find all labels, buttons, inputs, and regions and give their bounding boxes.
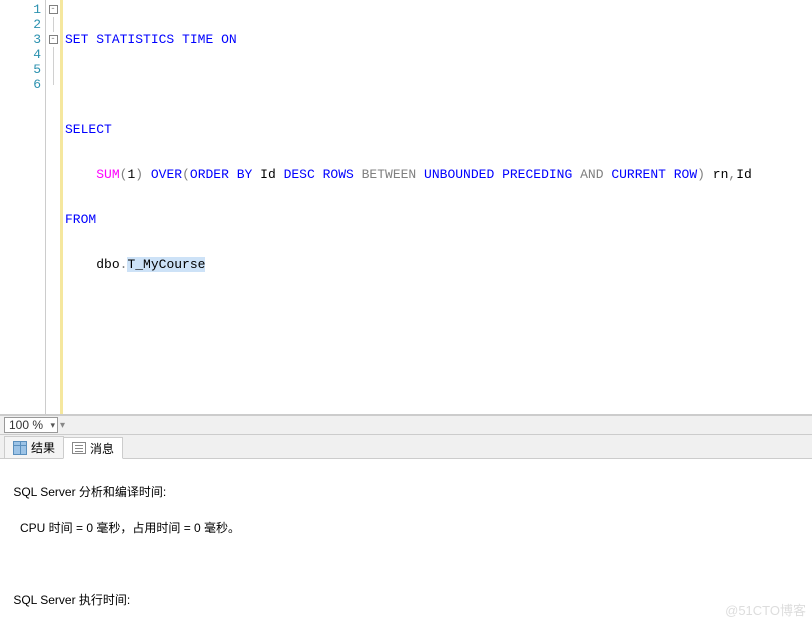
- line-number-gutter: 1 2 3 4 5 6: [0, 0, 46, 414]
- message-line: SQL Server 执行时间:: [10, 591, 802, 609]
- fold-toggle-icon[interactable]: -: [49, 5, 58, 14]
- tab-label: 消息: [90, 440, 114, 457]
- fold-column[interactable]: - -: [46, 0, 60, 414]
- grid-icon: [13, 441, 27, 455]
- messages-pane[interactable]: SQL Server 分析和编译时间: CPU 时间 = 0 毫秒，占用时间 =…: [0, 459, 812, 619]
- zoom-bar: 100 % ▾: [0, 415, 812, 435]
- message-line: SQL Server 分析和编译时间:: [10, 483, 802, 501]
- tab-messages[interactable]: 消息: [63, 437, 123, 459]
- selected-text: T_MyCourse: [127, 257, 205, 272]
- sql-editor[interactable]: 1 2 3 4 5 6 - - SET STATISTICS TIME ON S…: [0, 0, 812, 415]
- zoom-select[interactable]: 100 %: [4, 417, 58, 433]
- tab-results[interactable]: 结果: [4, 436, 64, 458]
- code-content[interactable]: SET STATISTICS TIME ON SELECT SUM(1) OVE…: [60, 0, 812, 414]
- tab-label: 结果: [31, 439, 55, 456]
- results-tabs: 结果 消息: [0, 435, 812, 459]
- message-line: CPU 时间 = 0 毫秒，占用时间 = 0 毫秒。: [10, 519, 802, 537]
- fold-toggle-icon[interactable]: -: [49, 35, 58, 44]
- message-icon: [72, 442, 86, 454]
- zoom-dropdown-icon[interactable]: ▾: [60, 420, 65, 431]
